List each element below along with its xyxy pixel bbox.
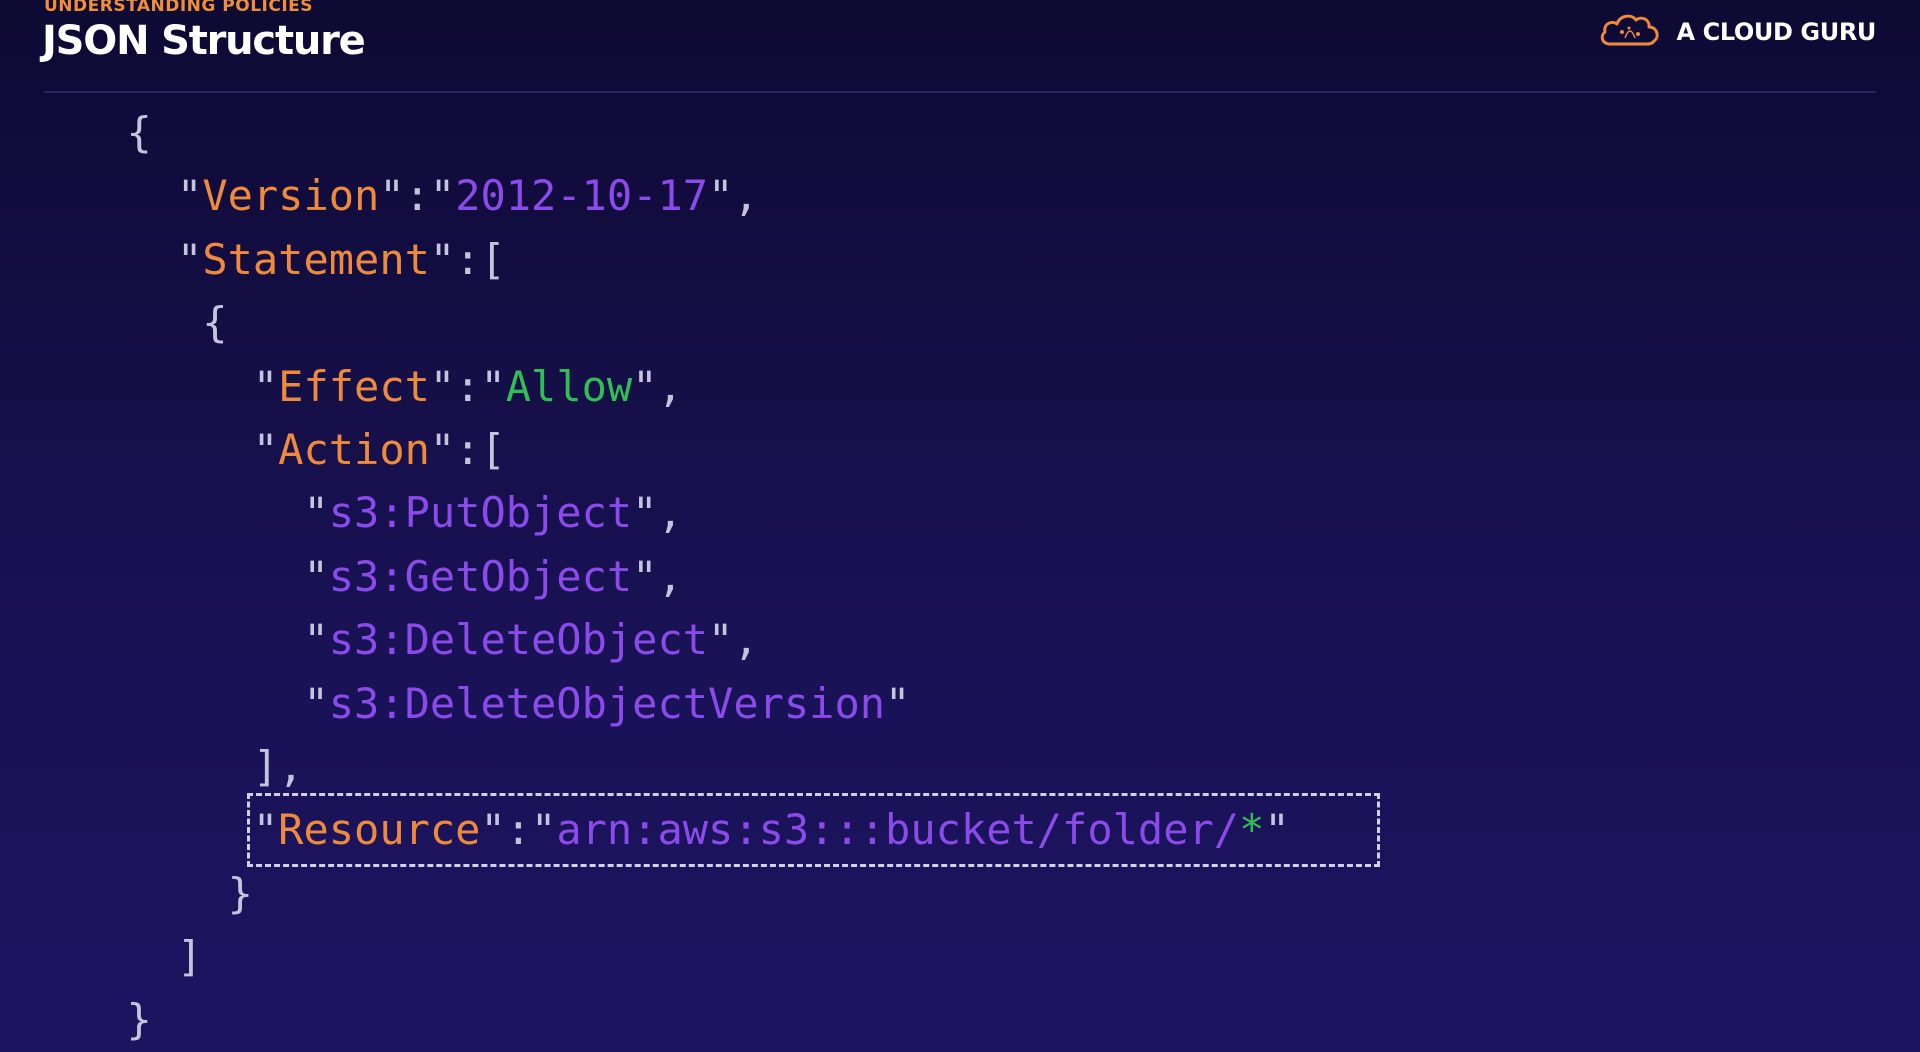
object-close-brace: } — [227, 868, 253, 918]
code-line-object-open: { — [0, 291, 1290, 354]
action-item: s3:PutObject — [328, 488, 633, 538]
code-line-version: "Version":"2012-10-17", — [177, 171, 759, 221]
open-brace: { — [126, 108, 152, 157]
action-open-bracket: [ — [480, 424, 506, 474]
effect-key: Effect — [278, 361, 430, 411]
code-line-statement-close: ] — [0, 925, 1290, 988]
json-code-block: { "Version":"2012-10-17", "Statement":[ … — [0, 101, 1290, 1052]
code-line-action-item: "s3:DeleteObject", — [303, 615, 759, 665]
code-line-action-item: "s3:PutObject", — [303, 488, 683, 538]
brand-logo: A CLOUD GURU — [1598, 10, 1876, 54]
action-key: Action — [278, 424, 430, 474]
effect-value: Allow — [505, 361, 633, 411]
code-line-action-close: ], — [0, 735, 1290, 798]
code-line-statement: "Statement":[ — [177, 234, 506, 284]
brand-name: A CLOUD GURU — [1676, 18, 1876, 46]
code-line-effect: "Effect":"Allow", — [252, 361, 683, 411]
code-line-close: } — [0, 988, 1290, 1051]
object-open-brace: { — [202, 298, 228, 348]
code-line-object-close: } — [0, 862, 1290, 925]
version-key: Version — [202, 171, 380, 221]
code-line-action-item: "s3:DeleteObjectVersion" — [303, 678, 911, 728]
action-item: s3:DeleteObject — [328, 615, 709, 665]
action-item: s3:GetObject — [328, 551, 633, 601]
action-close-bracket: ], — [252, 741, 304, 791]
resource-highlight-box — [247, 793, 1380, 867]
code-line-action: "Action":[ — [252, 424, 506, 474]
code-line-action-item: "s3:GetObject", — [303, 551, 683, 601]
section-eyebrow: UNDERSTANDING POLICIES — [44, 0, 314, 16]
code-line-open: { — [0, 101, 1290, 164]
close-brace: } — [126, 995, 152, 1045]
statement-close-bracket: ] — [177, 932, 203, 982]
version-value: 2012-10-17 — [455, 171, 709, 221]
cloud-icon — [1598, 10, 1662, 54]
header-divider — [44, 91, 1876, 93]
statement-open-bracket: [ — [480, 234, 506, 284]
page-title: JSON Structure — [42, 18, 366, 64]
statement-key: Statement — [202, 234, 430, 284]
action-item: s3:DeleteObjectVersion — [328, 678, 886, 728]
